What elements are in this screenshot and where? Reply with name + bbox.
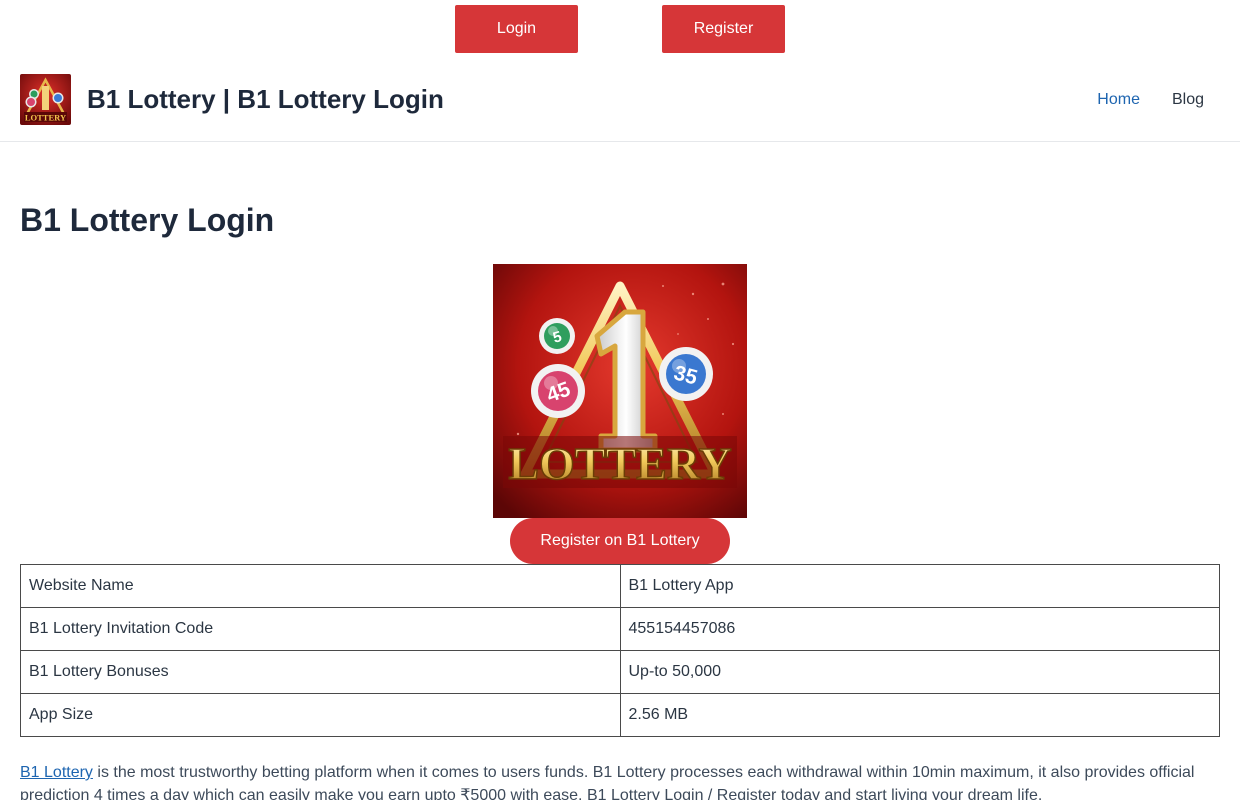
nav-blog-link[interactable]: Blog	[1172, 91, 1204, 109]
table-cell-value: Up-to 50,000	[619, 650, 1220, 694]
login-button[interactable]: Login	[455, 5, 578, 53]
table-cell-label: Website Name	[20, 564, 621, 608]
nav-home-link[interactable]: Home	[1097, 91, 1140, 109]
table-row: App Size 2.56 MB	[20, 693, 1220, 737]
logo-text: LOTTERY	[25, 113, 66, 123]
table-row: Website Name B1 Lottery App	[20, 564, 1220, 608]
register-button[interactable]: Register	[662, 5, 785, 53]
table-cell-label: B1 Lottery Invitation Code	[20, 607, 621, 651]
table-cell-value: 2.56 MB	[619, 693, 1220, 737]
table-cell-label: App Size	[20, 693, 621, 737]
intro-paragraph: B1 Lottery is the most trustworthy betti…	[20, 761, 1220, 800]
top-auth-bar: Login Register	[0, 5, 1240, 53]
table-row: B1 Lottery Invitation Code 455154457086	[20, 607, 1220, 651]
hero-lottery-image: 5 45 35 LOTTERY	[493, 264, 747, 518]
app-info-table: Website Name B1 Lottery App B1 Lottery I…	[20, 564, 1220, 737]
table-cell-value: 455154457086	[619, 607, 1220, 651]
main-nav: Home Blog	[1097, 91, 1204, 109]
page-title: B1 Lottery Login	[20, 202, 275, 238]
site-logo[interactable]: LOTTERY	[20, 74, 71, 125]
table-cell-label: B1 Lottery Bonuses	[20, 650, 621, 694]
b1-lottery-link[interactable]: B1 Lottery	[20, 764, 93, 781]
hero-lottery-word: LOTTERY	[508, 438, 731, 489]
table-cell-value: B1 Lottery App	[619, 564, 1220, 608]
register-on-b1-button[interactable]: Register on B1 Lottery	[510, 518, 730, 564]
site-header: LOTTERY B1 Lottery | B1 Lottery Login Ho…	[0, 74, 1240, 142]
site-title[interactable]: B1 Lottery | B1 Lottery Login	[87, 84, 444, 115]
intro-text: is the most trustworthy betting platform…	[20, 764, 1195, 800]
table-row: B1 Lottery Bonuses Up-to 50,000	[20, 650, 1220, 694]
